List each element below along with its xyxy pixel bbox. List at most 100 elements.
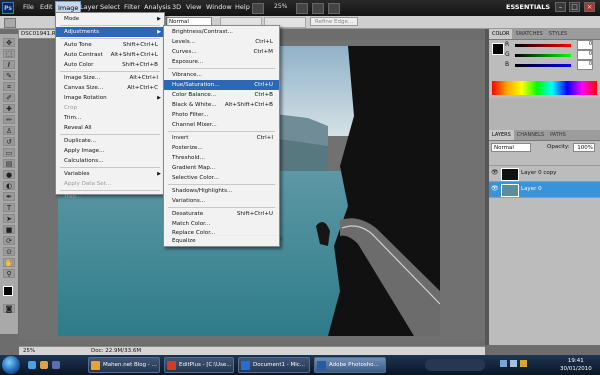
menu-item-hue-saturation[interactable]: Hue/Saturation... Ctrl+U [164,80,279,90]
eye-visibility-icon[interactable]: 👁 [491,185,499,192]
zoom-tool-icon[interactable] [252,3,264,14]
volume-icon[interactable] [510,360,517,367]
menu-item-vibrance[interactable]: Vibrance... [164,70,279,80]
menu-analysis[interactable]: Analysis [144,3,171,11]
menu-item-auto-color[interactable]: Auto Color Shift+Ctrl+B [56,60,164,70]
menu-item-threshold[interactable]: Threshold... [164,153,279,163]
layer-name[interactable]: Layer 0 copy [521,170,556,176]
channel-b-slider[interactable] [515,64,571,67]
foreground-color-swatch[interactable] [3,286,13,296]
tab-layers[interactable]: LAYERS [489,130,514,140]
layer-name[interactable]: Layer 0 [521,186,542,192]
menu-item-color-balance[interactable]: Color Balance... Ctrl+B [164,90,279,100]
menu-item-match-color[interactable]: Match Color... [164,219,279,229]
3d-rotate-tool-icon[interactable]: ⟳ [3,236,15,245]
eraser-tool-icon[interactable]: ▭ [3,148,15,157]
move-tool-icon[interactable]: ✥ [3,38,15,47]
quicklaunch-folder-icon[interactable] [40,361,48,369]
type-tool-icon[interactable]: T [3,203,15,212]
arrange-documents-icon[interactable] [327,3,340,14]
menu-item-image-size[interactable]: Image Size... Alt+Ctrl+I [56,73,164,83]
menu-filter[interactable]: Filter [124,3,140,11]
blur-tool-icon[interactable]: ● [3,170,15,179]
channel-r-value[interactable]: 0 [577,40,593,50]
menu-item-selective-color[interactable]: Selective Color... [164,173,279,183]
menu-help[interactable]: Help [235,3,250,11]
quick-mask-icon[interactable]: ◙ [3,304,15,313]
hand-tool-icon[interactable]: ✋ [3,258,15,267]
media-player-controls[interactable] [425,359,485,371]
taskbar-button-photoshop[interactable]: Adobe Photosho... [314,357,386,373]
quicklaunch-ie-icon[interactable] [28,361,36,369]
menu-item-levels[interactable]: Levels... Ctrl+L [164,37,279,47]
shape-tool-icon[interactable]: ■ [3,225,15,234]
rotate-view-icon[interactable] [311,3,324,14]
menu-item-shadows-highlights[interactable]: Shadows/Highlights... [164,186,279,196]
3d-orbit-tool-icon[interactable]: ⊙ [3,247,15,256]
menu-item-variables[interactable]: Variables ▶ [56,169,164,179]
taskbar-button-browser[interactable]: Mahen.net Blog - ... [88,357,160,373]
tab-channels[interactable]: CHANNELS [514,130,547,140]
menu-item-auto-tone[interactable]: Auto Tone Shift+Ctrl+L [56,40,164,50]
menu-item-reveal-all[interactable]: Reveal All [56,123,164,133]
history-brush-tool-icon[interactable]: ↺ [3,137,15,146]
dodge-tool-icon[interactable]: ◐ [3,181,15,190]
quicklaunch-media-icon[interactable] [52,361,60,369]
menu-item-mode[interactable]: Mode ▶ [56,14,164,24]
brush-tool-icon[interactable]: ✏ [3,115,15,124]
menu-item-channel-mixer[interactable]: Channel Mixer... [164,120,279,130]
channel-g-slider[interactable] [515,54,571,57]
zoom-tool-icon[interactable]: ⚲ [3,269,15,278]
opacity-field[interactable]: 100% [573,143,595,152]
color-spectrum-ramp[interactable] [492,81,597,95]
menu-layer[interactable]: Layer [80,3,98,11]
menu-item-photo-filter[interactable]: Photo Filter... [164,110,279,120]
menu-item-equalize[interactable]: Equalize [164,236,279,246]
lasso-tool-icon[interactable]: ℓ [3,60,15,69]
menu-item-invert[interactable]: Invert Ctrl+I [164,133,279,143]
menu-item-image-rotation[interactable]: Image Rotation ▶ [56,93,164,103]
marquee-tool-icon[interactable]: ⬚ [3,49,15,58]
start-button-icon[interactable] [2,356,20,374]
notification-icon[interactable] [520,360,527,367]
blend-mode-select[interactable]: Normal [491,143,531,152]
menu-item-brightness-contrast[interactable]: Brightness/Contrast... [164,27,279,37]
foreground-color-chip[interactable] [492,43,504,55]
minimize-button[interactable]: – [555,2,566,12]
menu-item-exposure[interactable]: Exposure... [164,57,279,67]
quick-select-tool-icon[interactable]: ✎ [3,71,15,80]
channel-g-value[interactable]: 0 [577,50,593,60]
tool-preset-icon[interactable] [4,18,16,28]
menu-item-black-white[interactable]: Black & White... Alt+Shift+Ctrl+B [164,100,279,110]
taskbar-button-editplus[interactable]: EditPlus - [C:\Use... [164,357,234,373]
network-icon[interactable] [500,360,507,367]
tab-swatches[interactable]: SWATCHES [512,29,545,39]
hand-tool-icon[interactable] [296,3,308,14]
menu-window[interactable]: Window [206,3,232,11]
menu-item-curves[interactable]: Curves... Ctrl+M [164,47,279,57]
menu-item-variations[interactable]: Variations... [164,196,279,206]
tab-paths[interactable]: PATHS [547,130,569,140]
menu-item-gradient-map[interactable]: Gradient Map... [164,163,279,173]
menu-edit[interactable]: Edit [40,3,53,11]
menu-3d[interactable]: 3D [172,3,181,11]
eye-visibility-icon[interactable]: 👁 [491,169,499,176]
clone-stamp-tool-icon[interactable]: ♙ [3,126,15,135]
pen-tool-icon[interactable]: ✒ [3,192,15,201]
taskbar-button-word[interactable]: Document1 - Mic... [238,357,310,373]
close-button[interactable]: × [584,2,595,12]
menu-select[interactable]: Select [100,3,120,11]
layer-row[interactable]: 👁 Layer 0 copy [489,166,600,182]
menu-item-adjustments[interactable]: Adjustments ▶ [56,27,164,37]
system-clock[interactable]: 19:41 30/01/2010 [560,357,592,373]
path-selection-tool-icon[interactable]: ➤ [3,214,15,223]
menu-item-auto-contrast[interactable]: Auto Contrast Alt+Shift+Ctrl+L [56,50,164,60]
channel-b-value[interactable]: 0 [577,60,593,70]
menu-item-calculations[interactable]: Calculations... [56,156,164,166]
healing-brush-tool-icon[interactable]: ✚ [3,104,15,113]
document-tab[interactable]: DSC01941.R [18,29,56,39]
gradient-tool-icon[interactable]: ▤ [3,159,15,168]
maximize-button[interactable]: □ [569,2,580,12]
tab-styles[interactable]: STYLES [546,29,570,39]
app-zoom-level[interactable]: 25% [274,3,287,10]
